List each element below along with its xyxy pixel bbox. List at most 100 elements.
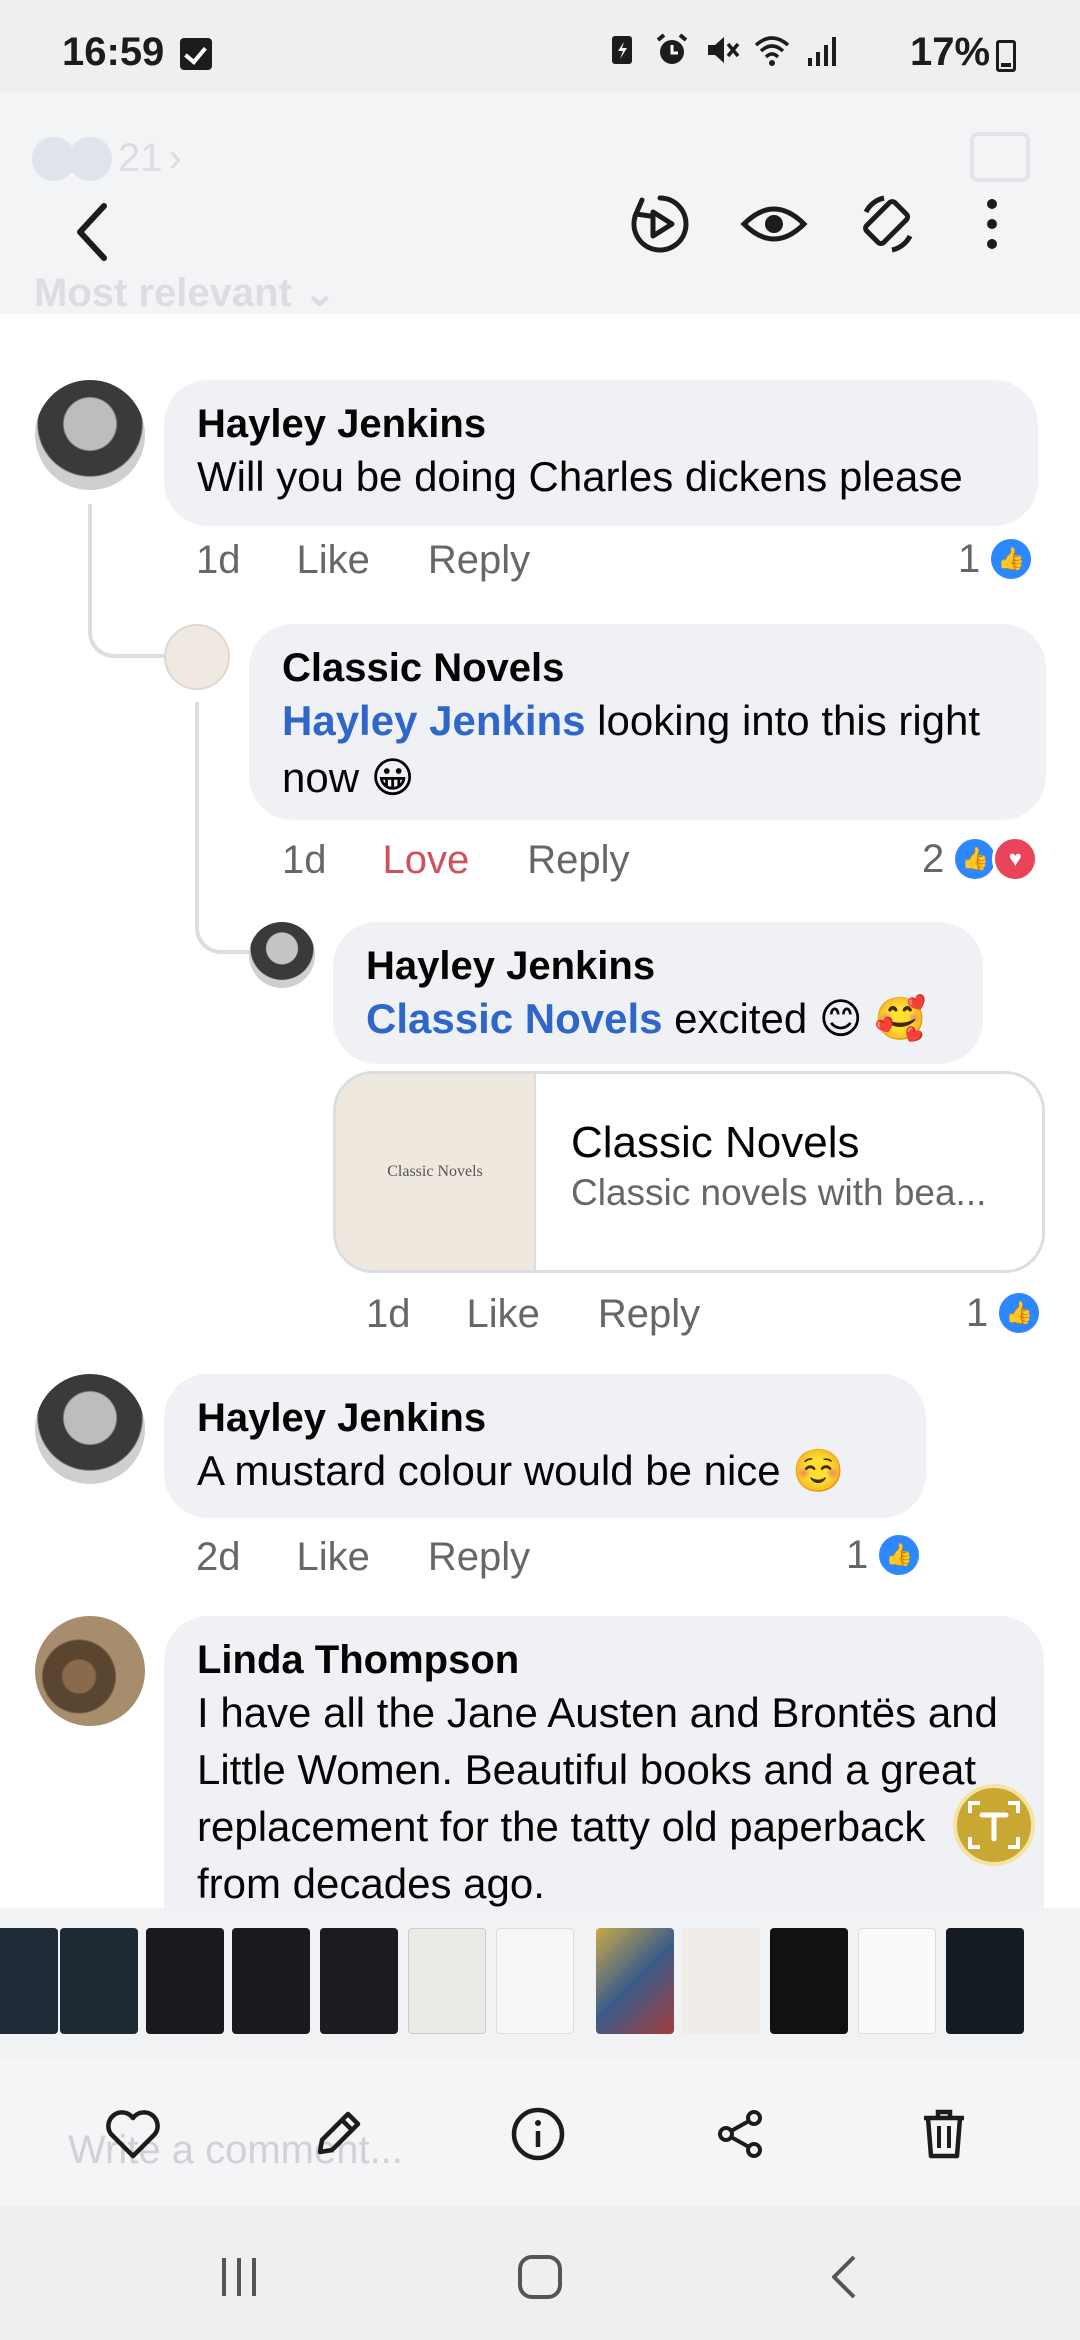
avatar[interactable]: [35, 380, 145, 490]
mention-link[interactable]: Hayley Jenkins: [282, 697, 586, 744]
link-description: Classic novels with bea...: [571, 1172, 987, 1213]
status-bar: 16:59 17%: [0, 0, 1080, 92]
ghost-thumbs-up-icon: [970, 132, 1030, 182]
page-avatar[interactable]: [164, 624, 230, 690]
thumbnail[interactable]: [320, 1928, 398, 2034]
thumbnail-strip[interactable]: [0, 1908, 1080, 2058]
status-icons: [604, 32, 840, 68]
delete-button[interactable]: [914, 2104, 974, 2164]
comment-bubble: Hayley Jenkins A mustard colour would be…: [164, 1374, 926, 1518]
ghost-love-icon: [68, 136, 112, 181]
like-button[interactable]: Like: [297, 538, 370, 583]
reaction-summary[interactable]: 1 👍: [846, 1532, 923, 1578]
comment-text: A mustard colour would be nice ☺️: [197, 1447, 845, 1494]
comment-bubble: Classic Novels Hayley Jenkins looking in…: [249, 624, 1046, 820]
comment-text-line2: now 😀: [282, 754, 415, 801]
wifi-icon: [754, 32, 790, 68]
system-nav-bar: [0, 2206, 1080, 2340]
more-options-button[interactable]: [958, 190, 1026, 258]
motion-photo-button[interactable]: [626, 190, 694, 258]
avatar[interactable]: [35, 1374, 145, 1484]
reply-button[interactable]: Reply: [428, 1535, 530, 1580]
like-button[interactable]: Like: [467, 1292, 540, 1337]
like-button[interactable]: Like: [297, 1535, 370, 1580]
reaction-summary[interactable]: 1 👍: [958, 536, 1035, 582]
comment-text: I have all the Jane Austen and Brontës a…: [197, 1689, 998, 1907]
recents-icon: [222, 2258, 256, 2296]
thumbnail[interactable]: [232, 1928, 310, 2034]
recents-button[interactable]: [214, 2252, 264, 2302]
reply-button[interactable]: Reply: [598, 1292, 700, 1337]
thumbnail[interactable]: [408, 1928, 486, 2034]
thumbnail[interactable]: [1034, 1928, 1080, 2034]
thumbnail[interactable]: [146, 1928, 224, 2034]
back-button[interactable]: [66, 192, 116, 272]
share-button[interactable]: [710, 2104, 770, 2164]
favorite-button[interactable]: [103, 2104, 163, 2164]
comment-author[interactable]: Classic Novels: [282, 644, 1013, 692]
more-icon: [987, 199, 997, 249]
battery-icon: [996, 40, 1016, 72]
like-reaction-icon: 👍: [996, 1290, 1043, 1336]
comment-text: excited 😊 🥰: [662, 995, 927, 1042]
comment-author[interactable]: Hayley Jenkins: [197, 400, 1005, 448]
thumbnail[interactable]: [858, 1928, 936, 2034]
checkbox-notification-icon: [180, 38, 212, 70]
share-icon: [718, 2110, 762, 2158]
details-button[interactable]: [508, 2104, 568, 2164]
thumbnail[interactable]: [682, 1928, 760, 2034]
comment-actions: 2d Like Reply: [196, 1535, 588, 1580]
reaction-summary[interactable]: 2 👍 ♥: [922, 836, 1039, 882]
battery-saver-icon: [604, 32, 640, 68]
avatar[interactable]: [249, 922, 315, 988]
reaction-count: 1: [966, 1290, 989, 1335]
comment-time: 2d: [196, 1535, 241, 1579]
comment-bubble: Hayley Jenkins Will you be doing Charles…: [164, 380, 1038, 526]
link-preview-card[interactable]: Classic Novels Classic Novels Classic no…: [333, 1071, 1045, 1273]
comment-bubble: Hayley Jenkins Classic Novels excited 😊 …: [333, 922, 983, 1064]
trash-icon: [924, 2109, 964, 2159]
heart-icon: [106, 2110, 160, 2159]
link-thumbnail-logo: Classic Novels: [387, 1163, 483, 1180]
comment-bubble: Linda Thompson I have all the Jane Auste…: [164, 1616, 1044, 1908]
nav-back-button[interactable]: [820, 2252, 870, 2302]
mention-link[interactable]: Classic Novels: [366, 995, 663, 1042]
comment-text: looking into this right: [585, 697, 981, 744]
rotate-icon: [863, 195, 913, 253]
comment-text: Will you be doing Charles dickens please: [197, 453, 963, 500]
edit-button[interactable]: [308, 2104, 368, 2164]
thumbnail[interactable]: [946, 1928, 1024, 2034]
comment-time: 1d: [366, 1292, 411, 1336]
thumbnail[interactable]: [60, 1928, 138, 2034]
love-button[interactable]: Love: [383, 838, 470, 883]
reply-button[interactable]: Reply: [428, 538, 530, 583]
info-icon: [511, 2107, 565, 2161]
eye-icon: [740, 206, 808, 242]
home-button[interactable]: [515, 2252, 565, 2302]
thumbnail[interactable]: [0, 1928, 58, 2034]
reaction-summary[interactable]: 1 👍: [966, 1290, 1043, 1336]
thumbnail[interactable]: [596, 1928, 674, 2034]
back-icon: [77, 203, 107, 261]
home-icon: [518, 2255, 562, 2299]
bottom-action-bar: [0, 2058, 1080, 2206]
mute-icon: [704, 32, 740, 68]
text-scan-button[interactable]: [953, 1784, 1035, 1866]
thumbnail[interactable]: [496, 1928, 574, 2034]
view-button[interactable]: [740, 190, 808, 258]
comment-author[interactable]: Hayley Jenkins: [197, 1394, 893, 1442]
comment-time: 1d: [282, 838, 327, 882]
back-nav-icon: [832, 2255, 856, 2299]
comment-author[interactable]: Hayley Jenkins: [366, 942, 950, 990]
like-reaction-icon: 👍: [876, 1532, 923, 1578]
link-title: Classic Novels: [571, 1118, 860, 1167]
comment-author[interactable]: Linda Thompson: [197, 1636, 1011, 1684]
battery-percent: 17%: [910, 30, 991, 74]
motion-photo-icon: [631, 195, 689, 253]
ghost-reaction-count: 21: [118, 136, 163, 180]
rotate-button[interactable]: [854, 190, 922, 258]
avatar[interactable]: [35, 1616, 145, 1726]
reply-button[interactable]: Reply: [527, 838, 629, 883]
thumbnail[interactable]: [770, 1928, 848, 2034]
reaction-count: 2: [922, 836, 945, 881]
